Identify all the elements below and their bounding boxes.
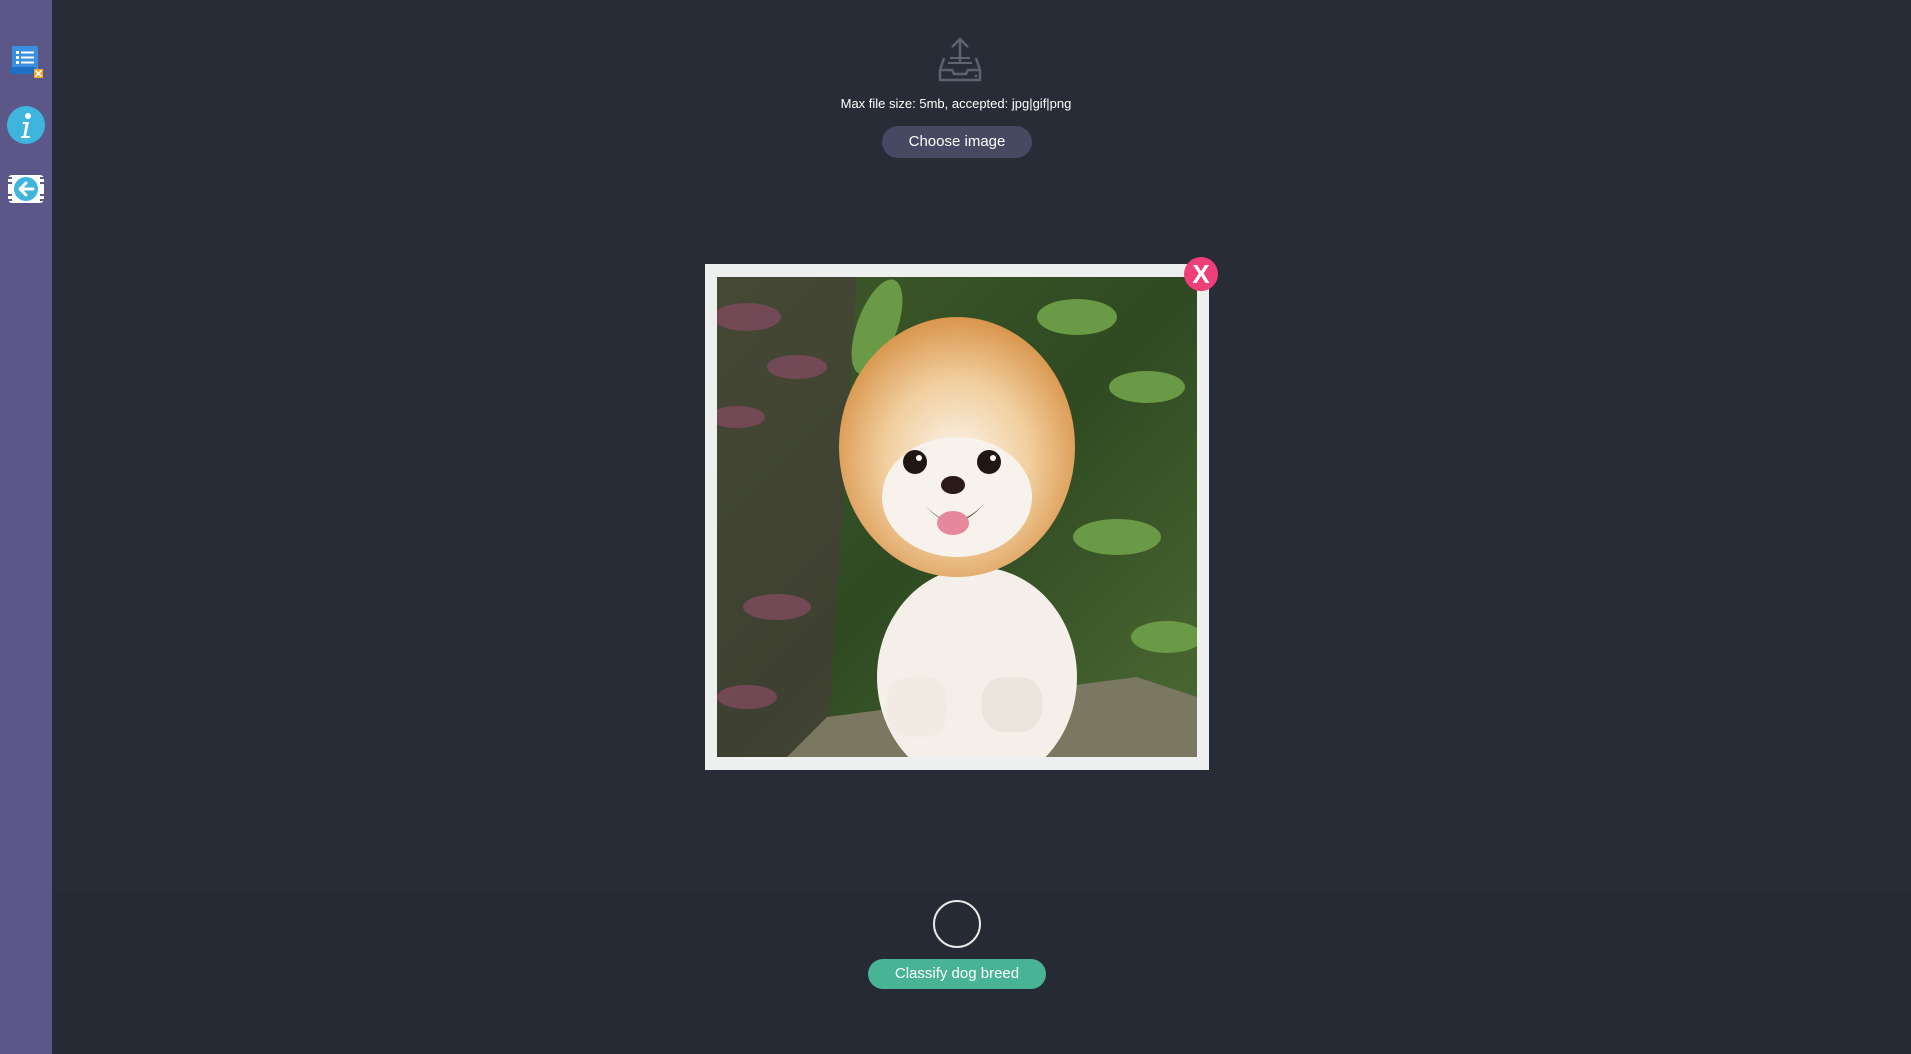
classify-dog-breed-button[interactable]: Classify dog breed [868,959,1046,989]
main-content: Max file size: 5mb, accepted: jpg|gif|pn… [52,0,1911,1054]
choose-image-button[interactable]: Choose image [882,126,1032,158]
sidebar [0,0,52,1054]
loading-spinner [933,900,981,948]
uploaded-dog-photo [717,277,1197,757]
back-arrow-icon[interactable] [6,169,46,209]
remove-image-button[interactable]: X [1184,257,1218,291]
upload-tray-icon [936,36,984,82]
file-size-hint: Max file size: 5mb, accepted: jpg|gif|pn… [840,96,1072,111]
list-document-icon[interactable] [6,41,46,81]
info-icon[interactable] [6,105,46,145]
